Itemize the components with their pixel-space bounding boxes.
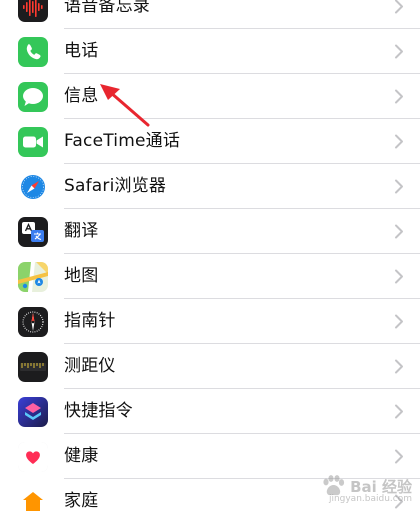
settings-row-label: 地图 xyxy=(64,254,98,299)
chevron-right-icon xyxy=(394,314,404,329)
settings-row-compass[interactable]: 指南针 xyxy=(0,299,420,344)
settings-row-phone[interactable]: 电话 xyxy=(0,29,420,74)
settings-row-label: 信息 xyxy=(64,74,98,119)
translate-icon xyxy=(18,217,48,247)
health-icon xyxy=(18,442,48,472)
chevron-right-icon xyxy=(394,404,404,419)
measure-icon xyxy=(18,352,48,382)
settings-row-label: FaceTime通话 xyxy=(64,119,180,164)
settings-row-facetime[interactable]: FaceTime通话 xyxy=(0,119,420,164)
settings-list: 语音备忘录 电话 信息 xyxy=(0,0,420,524)
shortcuts-icon xyxy=(18,397,48,427)
settings-row-safari[interactable]: Safari浏览器 xyxy=(0,164,420,209)
voice-memos-icon xyxy=(18,0,48,22)
messages-icon xyxy=(18,82,48,112)
settings-row-voice-memos[interactable]: 语音备忘录 xyxy=(0,0,420,29)
settings-row-maps[interactable]: 地图 xyxy=(0,254,420,299)
chevron-right-icon xyxy=(394,134,404,149)
settings-row-label: 指南针 xyxy=(64,299,116,344)
maps-icon xyxy=(18,262,48,292)
settings-row-label: 健康 xyxy=(64,434,98,479)
home-icon xyxy=(18,487,48,517)
settings-row-label: 测距仪 xyxy=(64,344,116,389)
settings-row-shortcuts[interactable]: 快捷指令 xyxy=(0,389,420,434)
compass-icon xyxy=(18,307,48,337)
settings-row-label: Safari浏览器 xyxy=(64,164,166,209)
safari-icon xyxy=(18,172,48,202)
settings-row-label: 家庭 xyxy=(64,479,98,524)
settings-row-measure[interactable]: 测距仪 xyxy=(0,344,420,389)
settings-row-label: 电话 xyxy=(64,29,98,74)
chevron-right-icon xyxy=(394,89,404,104)
settings-row-messages[interactable]: 信息 xyxy=(0,74,420,119)
chevron-right-icon xyxy=(394,269,404,284)
settings-row-label: 语音备忘录 xyxy=(64,0,150,29)
watermark: Bai 经验 jingyan.baidu.com xyxy=(320,474,412,498)
settings-row-label: 快捷指令 xyxy=(64,389,133,434)
chevron-right-icon xyxy=(394,44,404,59)
chevron-right-icon xyxy=(394,449,404,464)
settings-row-label: 翻译 xyxy=(64,209,98,254)
settings-row-translate[interactable]: 翻译 xyxy=(0,209,420,254)
settings-row-health[interactable]: 健康 xyxy=(0,434,420,479)
chevron-right-icon xyxy=(394,359,404,374)
phone-icon xyxy=(18,37,48,67)
chevron-right-icon xyxy=(394,0,404,14)
watermark-url: jingyan.baidu.com xyxy=(329,494,412,504)
chevron-right-icon xyxy=(394,224,404,239)
chevron-right-icon xyxy=(394,179,404,194)
facetime-icon xyxy=(18,127,48,157)
